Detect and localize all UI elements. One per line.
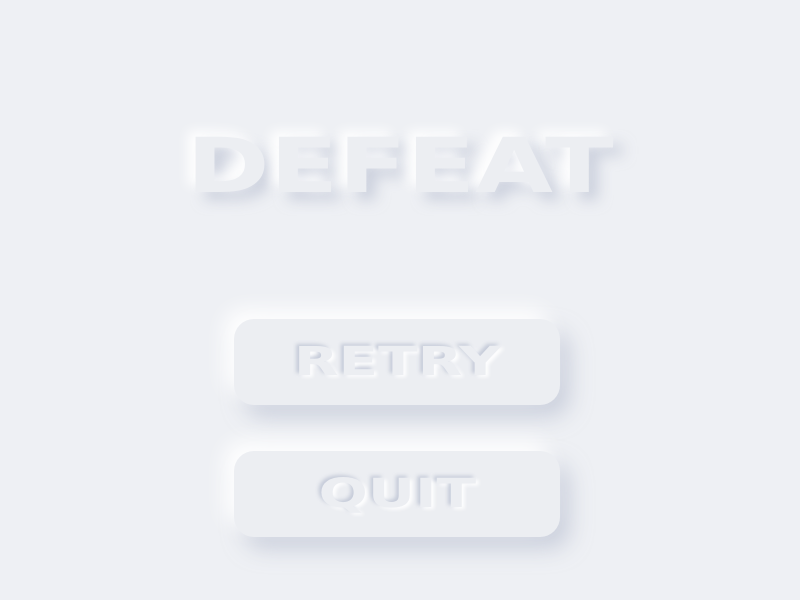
defeat-title: DEFEAT [186,121,614,210]
retry-button-label: RETRY [293,339,501,385]
retry-button[interactable]: RETRY [234,319,560,405]
defeat-screen: DEFEAT RETRY QUIT [0,0,800,600]
quit-button-label: QUIT [318,471,476,517]
quit-button[interactable]: QUIT [234,451,560,537]
